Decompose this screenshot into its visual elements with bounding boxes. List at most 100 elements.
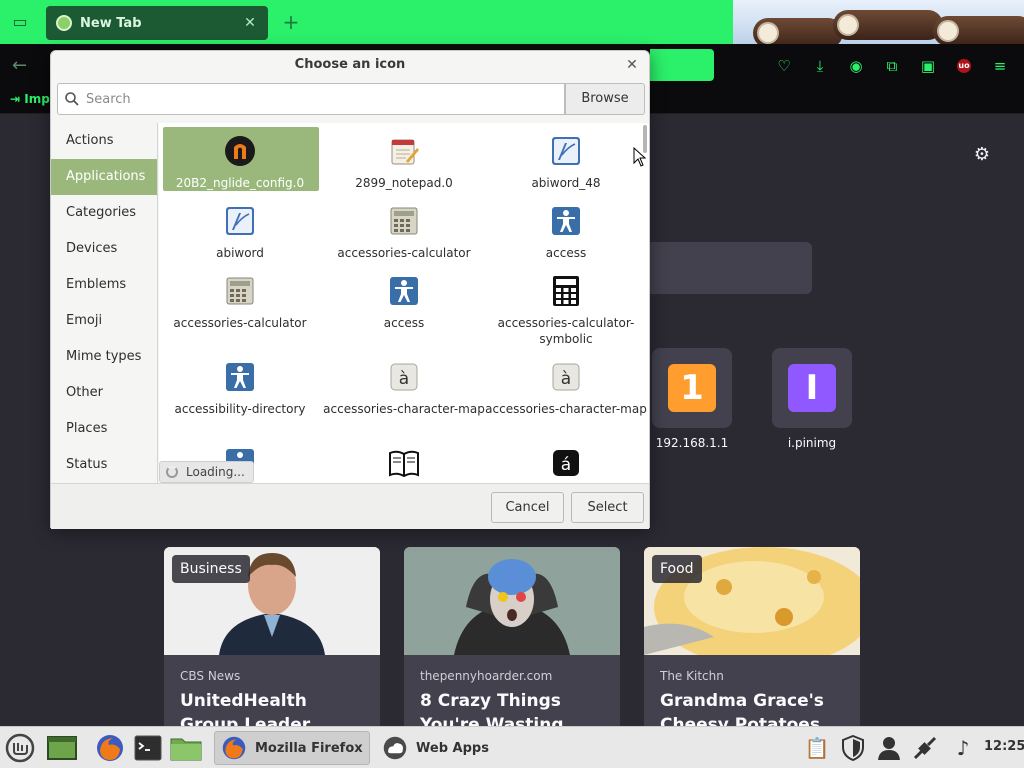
category-applications[interactable]: Applications	[51, 159, 157, 195]
icon-item[interactable]: access	[485, 193, 647, 261]
icon-grid: 20B2_nglide_config.0 2899_notepad.0 abiw…	[159, 123, 649, 483]
search-icon	[65, 92, 79, 106]
story-card[interactable]: thepennyhoarder.com 8 Crazy Things You'r…	[404, 547, 620, 727]
category-devices[interactable]: Devices	[51, 231, 157, 267]
icon-item[interactable]	[323, 435, 485, 483]
loading-label: Loading...	[186, 465, 245, 479]
import-bookmarks-label: Imp	[24, 92, 50, 106]
mouse-pointer-icon	[633, 147, 647, 167]
icon-item[interactable]: á	[485, 435, 647, 483]
story-source: The Kitchn	[660, 669, 724, 683]
taskbar-window-firefox[interactable]: Mozilla Firefox	[214, 731, 370, 765]
choose-icon-dialog: Choose an icon ✕ Browse Actions Applicat…	[50, 50, 650, 529]
category-emblems[interactable]: Emblems	[51, 267, 157, 303]
icon-item[interactable]: accessibility-directory	[159, 349, 321, 417]
calculator-icon	[390, 207, 418, 235]
svg-text:á: á	[561, 455, 571, 475]
url-bar[interactable]	[650, 49, 714, 81]
icon-item[interactable]: 20B2_nglide_config.0	[159, 123, 321, 191]
web-search-box[interactable]	[650, 242, 812, 294]
spinner-icon	[166, 466, 178, 478]
tab-favicon-icon	[56, 15, 72, 31]
files-folder-icon[interactable]	[170, 732, 202, 764]
search-field[interactable]	[57, 83, 565, 115]
terminal-icon[interactable]	[132, 732, 164, 764]
story-card[interactable]: Food The Kitchn Grandma Grace's Cheesy P…	[644, 547, 860, 727]
taskbar: Mozilla Firefox Web Apps 📋 ♪ 12:25	[0, 726, 1024, 768]
icon-item[interactable]: 2899_notepad.0	[323, 123, 485, 191]
story-headline: Grandma Grace's Cheesy Potatoes Are	[660, 691, 824, 727]
dictionary-icon	[389, 450, 419, 478]
character-map-icon: à	[552, 363, 580, 391]
extensions-icon[interactable]: ⧉	[882, 56, 902, 76]
icon-item[interactable]: abiword_48	[485, 123, 647, 191]
category-other[interactable]: Other	[51, 375, 157, 411]
accessibility-icon	[226, 363, 254, 391]
accessibility-icon	[552, 207, 580, 235]
character-map-icon: à	[390, 363, 418, 391]
dialog-title: Choose an icon	[294, 57, 406, 72]
search-input[interactable]	[86, 91, 516, 107]
icon-label: accessories-calculator	[337, 246, 471, 260]
user-icon[interactable]	[876, 735, 902, 761]
shortcut-tile[interactable]: 1 192.168.1.1	[652, 348, 732, 450]
category-categories[interactable]: Categories	[51, 195, 157, 231]
ublock-origin-icon[interactable]: uo	[957, 59, 971, 73]
shortcut-logo: I	[788, 364, 836, 412]
icon-item[interactable]: abiword	[159, 193, 321, 261]
story-headline: 8 Crazy Things You're Wasting Money On	[420, 691, 564, 727]
extension-icon[interactable]: ▣	[918, 56, 938, 76]
story-card[interactable]: Business CBS News UnitedHealth Group Lea…	[164, 547, 380, 727]
icon-item[interactable]: à accessories-character-map	[485, 349, 647, 417]
category-mime-types[interactable]: Mime types	[51, 339, 157, 375]
icon-item[interactable]: accessories-calculator	[159, 263, 321, 331]
tab-new-tab[interactable]: New Tab ✕	[46, 6, 268, 40]
gear-icon[interactable]: ⚙	[972, 145, 992, 165]
back-arrow-icon[interactable]: ←	[12, 56, 34, 76]
tab-list-icon[interactable]: ▭	[10, 12, 30, 32]
pocket-icon[interactable]: ♡	[774, 56, 794, 76]
story-thumbnail: Food	[644, 547, 860, 655]
volume-icon[interactable]: ♪	[950, 735, 976, 761]
shortcut-tile-background: 1	[652, 348, 732, 428]
clock: 12:25	[984, 739, 1024, 754]
taskbar-window-web-apps[interactable]: Web Apps	[376, 731, 532, 765]
category-places[interactable]: Places	[51, 411, 157, 447]
icon-item[interactable]: access	[323, 263, 485, 331]
show-desktop-icon[interactable]	[46, 732, 78, 764]
tab-strip: ▭ New Tab ✕ +	[0, 0, 1024, 44]
new-tab-button[interactable]: +	[280, 11, 302, 33]
nglide-icon	[225, 136, 255, 166]
account-icon[interactable]: ◉	[846, 56, 866, 76]
browse-button[interactable]: Browse	[565, 83, 645, 115]
notepad-icon	[391, 139, 419, 165]
icon-item[interactable]: à accessories-character-map	[323, 349, 485, 417]
shortcut-caption: i.pinimg	[787, 436, 837, 450]
story-thumbnail: Business	[164, 547, 380, 655]
loading-indicator: Loading...	[159, 461, 254, 483]
icon-item[interactable]: accessories-calculator	[323, 193, 485, 261]
shortcut-logo: 1	[668, 364, 716, 412]
menu-icon[interactable]: ≡	[990, 56, 1010, 76]
cancel-button[interactable]: Cancel	[491, 492, 564, 523]
icon-item[interactable]: accessories-calculator-symbolic	[485, 263, 647, 347]
close-tab-icon[interactable]: ✕	[242, 15, 258, 31]
story-source: thepennyhoarder.com	[420, 669, 553, 683]
category-status[interactable]: Status	[51, 447, 157, 483]
clipboard-icon[interactable]: 📋	[804, 735, 830, 761]
close-icon[interactable]: ✕	[623, 56, 641, 74]
select-button[interactable]: Select	[571, 492, 644, 523]
story-category-badge: Business	[172, 555, 250, 583]
downloads-icon[interactable]: ⤓	[810, 56, 830, 76]
taskbar-window-label: Web Apps	[416, 740, 489, 756]
category-emoji[interactable]: Emoji	[51, 303, 157, 339]
mint-menu-icon[interactable]	[4, 732, 36, 764]
firefox-icon	[222, 736, 246, 760]
network-icon[interactable]	[912, 735, 938, 761]
firefox-launcher-icon[interactable]	[94, 732, 126, 764]
shield-icon[interactable]	[840, 734, 866, 762]
import-bookmarks-button[interactable]: ⇥ Imp	[10, 92, 50, 106]
category-actions[interactable]: Actions	[51, 123, 157, 159]
icon-label: 20B2_nglide_config.0	[175, 176, 305, 190]
shortcut-tile[interactable]: I i.pinimg	[772, 348, 852, 450]
